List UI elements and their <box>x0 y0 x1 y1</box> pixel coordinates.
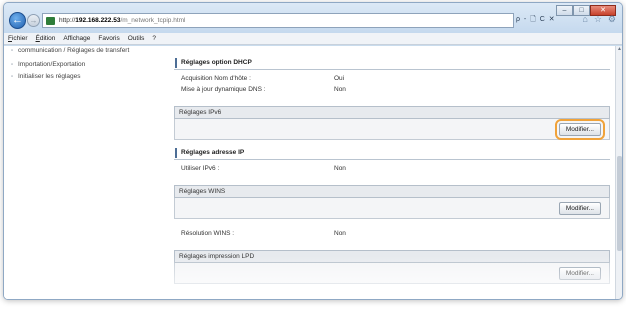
forward-arrow-icon[interactable]: → <box>27 14 40 27</box>
settings-row: Mise à jour dynamique DNS : Non <box>174 84 610 95</box>
menu-help[interactable]: ? <box>152 33 156 44</box>
home-icon[interactable]: ⌂ <box>582 14 587 25</box>
settings-row: Résolution WINS : Non <box>174 228 610 239</box>
row-value: Non <box>334 86 346 93</box>
address-bar[interactable]: http://192.168.222.53/m_network_tcpip.ht… <box>42 13 514 28</box>
ipv6-section-body: Modifier... <box>174 119 610 140</box>
settings-panel: Réglages option DHCP Acquisition Nom d'h… <box>174 46 610 299</box>
divider <box>174 69 610 70</box>
browser-window: – □ ✕ ← → http://192.168.222.53/m_networ… <box>3 2 623 300</box>
settings-row: Utiliser IPv6 : Non <box>174 163 610 174</box>
menu-edition[interactable]: Édition <box>36 33 56 44</box>
row-value: Non <box>334 165 346 172</box>
settings-row: Acquisition Nom d'hôte : Oui <box>174 73 610 84</box>
url-path: /m_network_tcpip.html <box>120 17 186 24</box>
address-tools[interactable]: ρ - 🗋 C ✕ <box>516 15 556 26</box>
scroll-thumb[interactable] <box>617 156 622 251</box>
url-scheme: http:// <box>59 17 76 24</box>
url-host: 192.168.222.53 <box>75 17 121 24</box>
menu-outils[interactable]: Outils <box>128 33 145 44</box>
lpd-modify-button[interactable]: Modifier... <box>558 267 601 280</box>
sidebar-item-communication[interactable]: communication / Réglages de transfert <box>11 47 164 55</box>
row-value: Oui <box>334 75 345 82</box>
row-label: Mise à jour dynamique DNS : <box>181 86 266 93</box>
sidebar: communication / Réglages de transfert Im… <box>4 46 164 299</box>
wins-section-body: Modifier... <box>174 198 610 219</box>
minimize-button[interactable]: – <box>556 5 573 16</box>
lpd-section-body: Modifier... <box>174 263 610 284</box>
dhcp-group-title: Réglages option DHCP <box>174 56 610 69</box>
menu-favoris[interactable]: Favoris <box>98 33 119 44</box>
menu-bar: Fichier Édition Affichage Favoris Outils… <box>4 33 622 45</box>
row-label: Utiliser IPv6 : <box>181 165 220 172</box>
menu-fichier[interactable]: Fichier <box>8 33 28 44</box>
page-content: communication / Réglages de transfert Im… <box>4 46 618 299</box>
ip-address-group-title: Réglages adresse IP <box>174 146 610 159</box>
wins-modify-button[interactable]: Modifier... <box>558 202 601 215</box>
ipv6-section-title: Réglages IPv6 <box>174 106 610 119</box>
menu-fichier-rest: ichier <box>11 35 28 42</box>
row-label: Résolution WINS : <box>181 230 235 237</box>
scroll-up-icon[interactable]: ▲ <box>616 46 622 53</box>
title-bar: – □ ✕ ← → http://192.168.222.53/m_networ… <box>4 3 622 33</box>
favorites-star-icon[interactable]: ☆ <box>594 14 602 25</box>
sidebar-item-reset[interactable]: Initialiser les réglages <box>11 73 164 81</box>
lpd-section-title: Réglages impression LPD <box>174 250 610 263</box>
site-favicon-icon <box>46 17 55 25</box>
divider <box>174 159 610 160</box>
url-text: http://192.168.222.53/m_network_tcpip.ht… <box>59 17 185 24</box>
vertical-scrollbar[interactable]: ▲ <box>615 46 622 299</box>
wins-section-title: Réglages WINS <box>174 185 610 198</box>
sidebar-item-import-export[interactable]: Importation/Exportation <box>11 61 164 69</box>
gear-icon[interactable]: ⚙ <box>608 14 616 25</box>
menu-edition-rest: dition <box>39 35 56 42</box>
browser-tools: ⌂ ☆ ⚙ <box>582 14 616 25</box>
ipv6-modify-button[interactable]: Modifier... <box>554 119 606 140</box>
row-label: Acquisition Nom d'hôte : <box>181 75 251 82</box>
back-arrow-icon[interactable]: ← <box>9 12 26 29</box>
menu-affichage[interactable]: Affichage <box>63 33 90 44</box>
row-value: Non <box>334 230 346 237</box>
